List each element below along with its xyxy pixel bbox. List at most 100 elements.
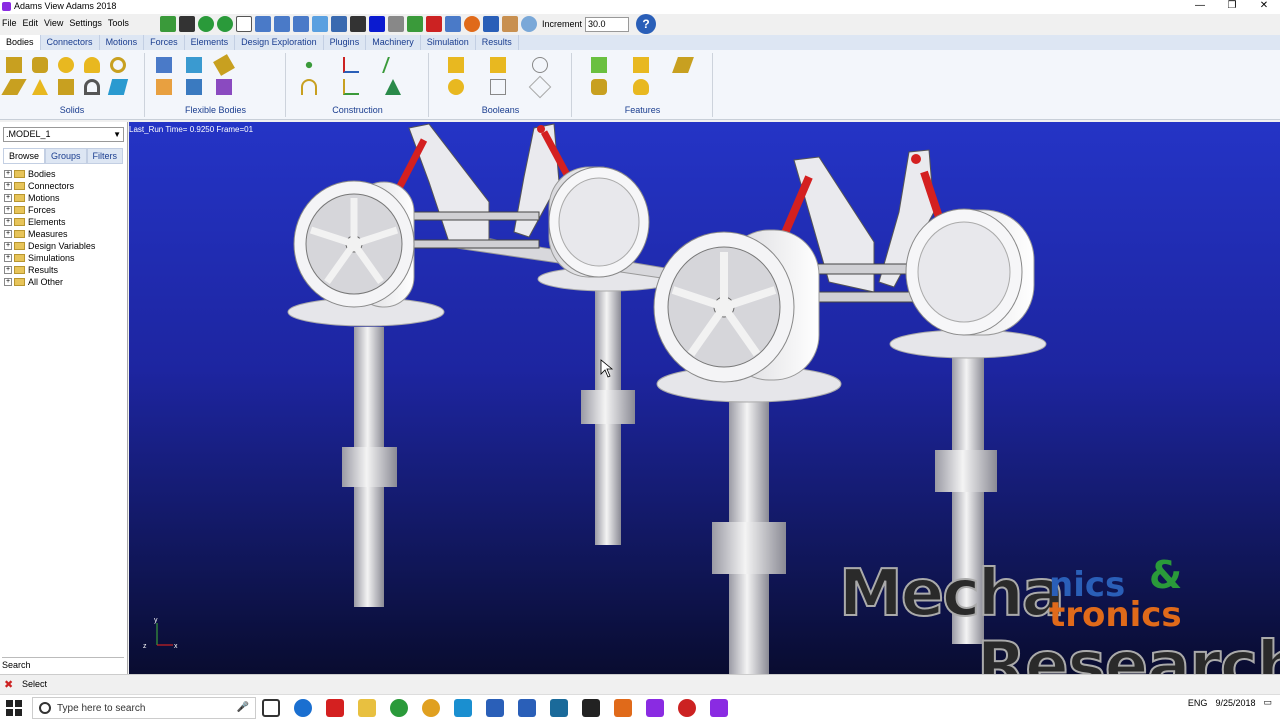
redo-icon[interactable] — [217, 16, 233, 32]
box-icon[interactable] — [6, 57, 22, 73]
tray-lang[interactable]: ENG — [1188, 698, 1208, 708]
tab-plugins[interactable]: Plugins — [324, 35, 367, 50]
expand-icon[interactable]: + — [4, 206, 12, 214]
shell-icon[interactable] — [633, 79, 649, 95]
tree-item-bodies[interactable]: + Bodies — [4, 168, 95, 180]
hole-icon[interactable] — [672, 57, 694, 73]
actuator-post-3[interactable] — [656, 365, 842, 674]
zoom-box-icon[interactable] — [445, 16, 461, 32]
edge-icon[interactable] — [294, 699, 312, 717]
viewflex-icon[interactable] — [156, 57, 172, 73]
bool-split-icon[interactable] — [490, 79, 506, 95]
mnf-import-icon[interactable] — [156, 79, 172, 95]
swap-flex-icon[interactable] — [186, 79, 202, 95]
help-icon[interactable]: ? — [636, 14, 657, 34]
view-iso-icon[interactable] — [312, 16, 328, 32]
tree-item-measures[interactable]: + Measures — [4, 228, 95, 240]
tree-item-results[interactable]: + Results — [4, 264, 95, 276]
color-icon[interactable] — [369, 16, 385, 32]
discrete-flex-icon[interactable] — [213, 54, 235, 76]
boss-icon[interactable] — [591, 79, 607, 95]
fit-icon[interactable] — [426, 16, 442, 32]
bool-cut-icon[interactable] — [448, 79, 464, 95]
expand-icon[interactable]: + — [4, 254, 12, 262]
menu-edit[interactable]: Edit — [23, 14, 39, 32]
arc-icon[interactable] — [301, 79, 317, 95]
marker-icon[interactable] — [343, 57, 359, 73]
flex-body-icon[interactable] — [186, 57, 202, 73]
tab-groups[interactable]: Groups — [45, 148, 87, 164]
browser-search-input[interactable]: Search — [2, 657, 124, 671]
model-tree-icon[interactable] — [407, 16, 423, 32]
matlab-icon[interactable] — [486, 699, 504, 717]
chrome-icon[interactable] — [422, 699, 440, 717]
menu-view[interactable]: View — [44, 14, 63, 32]
body-icon[interactable] — [107, 79, 129, 95]
menu-file[interactable]: File — [2, 14, 17, 32]
center-icon[interactable] — [464, 16, 480, 32]
bool-merge-icon[interactable] — [490, 57, 506, 73]
view-top-icon[interactable] — [293, 16, 309, 32]
expand-icon[interactable]: + — [4, 278, 12, 286]
tab-design-exploration[interactable]: Design Exploration — [235, 35, 324, 50]
menu-settings[interactable]: Settings — [69, 14, 102, 32]
mail-icon[interactable] — [454, 699, 472, 717]
extrusion-icon[interactable] — [58, 79, 74, 95]
model-viewport[interactable]: Last_Run Time= 0.9250 Frame=01 y z x Mec… — [129, 122, 1280, 674]
calculator-icon[interactable] — [550, 699, 568, 717]
zoom-icon[interactable] — [521, 16, 537, 32]
restore-button[interactable]: ❐ — [1216, 0, 1248, 14]
adams-postprocessor-icon[interactable] — [646, 699, 664, 717]
acrobat-icon[interactable] — [326, 699, 344, 717]
taskbar-search-input[interactable]: Type here to search 🎤 — [32, 697, 256, 719]
wheel-rear-right[interactable] — [548, 166, 650, 278]
actuator-post-1[interactable] — [287, 297, 445, 607]
expand-icon[interactable]: + — [4, 266, 12, 274]
csm-icon[interactable] — [385, 79, 401, 95]
plate-icon[interactable] — [32, 79, 48, 95]
tree-item-design-variables[interactable]: + Design Variables — [4, 240, 95, 252]
bool-chain-icon[interactable] — [528, 75, 552, 99]
frustum-icon[interactable] — [84, 57, 100, 73]
pan-hand-icon[interactable] — [502, 16, 518, 32]
point-icon[interactable] — [301, 57, 317, 73]
expand-icon[interactable]: + — [4, 170, 12, 178]
app-dark-icon[interactable] — [582, 699, 600, 717]
expand-icon[interactable]: + — [4, 182, 12, 190]
tree-item-forces[interactable]: + Forces — [4, 204, 95, 216]
wheel-front-right[interactable] — [905, 208, 1035, 336]
tab-results[interactable]: Results — [476, 35, 519, 50]
tab-connectors[interactable]: Connectors — [41, 35, 100, 50]
mechanical-icon[interactable] — [614, 699, 632, 717]
tab-motions[interactable]: Motions — [100, 35, 145, 50]
expand-icon[interactable]: + — [4, 218, 12, 226]
expand-icon[interactable]: + — [4, 194, 12, 202]
view-front-icon[interactable] — [255, 16, 271, 32]
tab-elements[interactable]: Elements — [185, 35, 236, 50]
wheel-rear-left[interactable] — [293, 180, 415, 308]
adams-view-taskbar-icon[interactable] — [710, 699, 728, 717]
menu-tools[interactable]: Tools — [108, 14, 129, 32]
link-icon[interactable] — [1, 79, 27, 95]
select-pointer-icon[interactable] — [236, 16, 252, 32]
minimize-button[interactable]: — — [1184, 0, 1216, 14]
microphone-icon[interactable]: 🎤 — [237, 702, 249, 713]
task-view-icon[interactable] — [262, 699, 280, 717]
fillet-icon[interactable] — [633, 57, 649, 73]
tree-item-connectors[interactable]: + Connectors — [4, 180, 95, 192]
torus-icon[interactable] — [110, 57, 126, 73]
cylinder-icon[interactable] — [32, 57, 48, 73]
new-model-icon[interactable] — [160, 16, 176, 32]
expand-icon[interactable]: + — [4, 242, 12, 250]
revolution-icon[interactable] — [84, 79, 100, 95]
tray-date[interactable]: 9/25/2018 — [1215, 698, 1255, 708]
word-icon[interactable] — [518, 699, 536, 717]
tab-filters[interactable]: Filters — [86, 148, 124, 164]
tree-item-all-other[interactable]: + All Other — [4, 276, 95, 288]
bool-intersect-icon[interactable] — [532, 57, 548, 73]
model-dropdown[interactable]: .MODEL_1 ▼ — [3, 127, 124, 142]
increment-input[interactable] — [585, 16, 630, 32]
tab-browse[interactable]: Browse — [3, 148, 46, 164]
close-button[interactable]: ✕ — [1248, 0, 1280, 14]
tab-forces[interactable]: Forces — [144, 35, 185, 50]
